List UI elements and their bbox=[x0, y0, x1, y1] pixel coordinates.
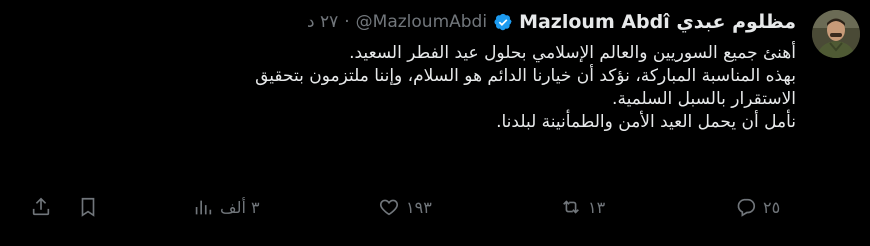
reply-count: ٢٥ bbox=[763, 197, 781, 217]
heart-icon bbox=[380, 199, 398, 216]
like-count: ١٩٣ bbox=[406, 197, 432, 217]
author-name[interactable]: Mazloum Abdî مظلوم عبدي bbox=[519, 11, 796, 33]
tweet-text-line: الاستقرار بالسبل السلمية. bbox=[612, 89, 796, 109]
tweet-text-line: بهذه المناسبة المباركة، نؤكد أن خيارنا ا… bbox=[255, 66, 796, 86]
reply-icon bbox=[737, 198, 756, 217]
share-button[interactable] bbox=[30, 193, 52, 221]
tweet-actions: ٣ ألف ١٩٣ ١٣ ٢٥ bbox=[0, 193, 870, 223]
bookmark-button[interactable] bbox=[77, 193, 99, 221]
retweet-count: ١٣ bbox=[588, 197, 606, 217]
views-button[interactable]: ٣ ألف bbox=[192, 193, 260, 221]
tweet-content: Mazloum Abdî مظلوم عبدي @MazloumAbdi · ٢… bbox=[6, 8, 796, 134]
tweet-text-line: أهنئ جميع السوريين والعالم الإسلامي بحلو… bbox=[349, 43, 796, 63]
retweet-button[interactable]: ١٣ bbox=[560, 193, 605, 221]
avatar[interactable] bbox=[812, 10, 860, 58]
views-count: ٣ ألف bbox=[220, 197, 260, 217]
verified-badge-icon[interactable] bbox=[493, 12, 513, 32]
avatar-image bbox=[812, 10, 860, 58]
tweet-text-line: نأمل أن يحمل العيد الأمن والطمأنينة لبلد… bbox=[496, 112, 796, 132]
tweet-timestamp[interactable]: ٢٧ د bbox=[307, 12, 338, 32]
retweet-icon bbox=[563, 200, 579, 214]
author-handle[interactable]: @MazloumAbdi bbox=[356, 12, 487, 32]
header-separator: · bbox=[344, 12, 350, 32]
views-chart-icon bbox=[195, 200, 212, 215]
tweet-header: Mazloum Abdî مظلوم عبدي @MazloumAbdi · ٢… bbox=[6, 8, 796, 36]
like-button[interactable]: ١٩٣ bbox=[378, 193, 432, 221]
bookmark-icon bbox=[81, 197, 95, 217]
reply-button[interactable]: ٢٥ bbox=[735, 193, 780, 221]
tweet-card[interactable]: Mazloum Abdî مظلوم عبدي @MazloumAbdi · ٢… bbox=[0, 0, 870, 246]
tweet-text: أهنئ جميع السوريين والعالم الإسلامي بحلو… bbox=[136, 42, 796, 134]
share-icon bbox=[32, 197, 50, 216]
